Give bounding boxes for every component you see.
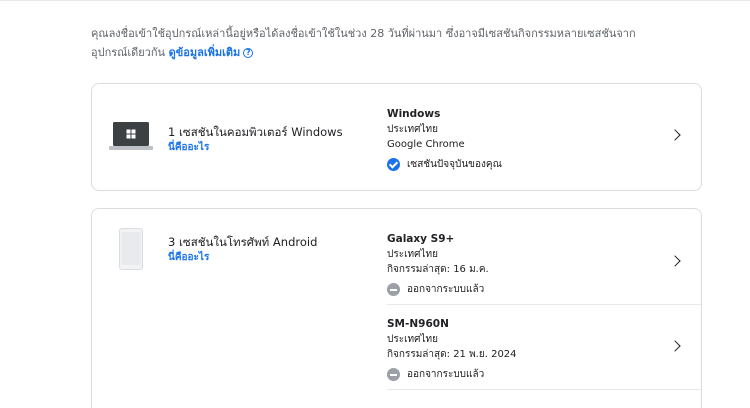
- session-item-galaxy-s9[interactable]: Galaxy S9+ ประเทศไทย กิจกรรมล่าสุด: 16 ม…: [387, 232, 703, 296]
- top-divider: [0, 0, 750, 1]
- whats-this-link-android[interactable]: นี่คืออะไร: [168, 250, 209, 265]
- session-divider: [387, 304, 701, 305]
- session-status-label: เซสชันปัจจุบันของคุณ: [407, 159, 502, 170]
- session-device-name: SM-N960N: [387, 318, 449, 330]
- help-circle-icon: ?: [243, 48, 254, 58]
- whats-this-link-windows[interactable]: นี่คืออะไร: [168, 140, 209, 155]
- session-last-activity: กิจกรรมล่าสุด: 16 ม.ค.: [387, 264, 489, 275]
- learn-more-link[interactable]: ดูข้อมูลเพิ่มเติม?: [169, 46, 254, 59]
- session-status-label: ออกจากระบบแล้ว: [407, 369, 485, 380]
- session-status: ออกจากระบบแล้ว: [387, 367, 703, 382]
- session-status: เซสชันปัจจุบันของคุณ: [387, 157, 703, 172]
- session-item-windows[interactable]: Windows ประเทศไทย Google Chrome เซสชันปั…: [387, 107, 703, 171]
- session-last-activity: กิจกรรมล่าสุด: 21 พ.ย. 2024: [387, 349, 517, 360]
- session-device-name: Windows: [387, 108, 441, 120]
- session-location: ประเทศไทย: [387, 334, 438, 345]
- session-divider: [387, 389, 701, 390]
- learn-more-label: ดูข้อมูลเพิ่มเติม: [168, 46, 241, 59]
- check-circle-icon: [387, 158, 400, 171]
- session-status: ออกจากระบบแล้ว: [387, 282, 703, 297]
- session-device-name: Galaxy S9+: [387, 233, 455, 245]
- session-browser: Google Chrome: [387, 139, 465, 150]
- phone-icon: [119, 228, 143, 270]
- device-group-android: 3 เซสชันในโทรศัพท์ Android นี่คืออะไร Ga…: [91, 208, 702, 408]
- session-location: ประเทศไทย: [387, 124, 438, 135]
- minus-circle-icon: [387, 283, 400, 296]
- device-group-windows: 1 เซสชันในคอมพิวเตอร์ Windows นี่คืออะไร…: [91, 83, 702, 191]
- minus-circle-icon: [387, 368, 400, 381]
- session-item-sm-n960n[interactable]: SM-N960N ประเทศไทย กิจกรรมล่าสุด: 21 พ.ย…: [387, 317, 703, 381]
- session-location: ประเทศไทย: [387, 249, 438, 260]
- session-status-label: ออกจากระบบแล้ว: [407, 284, 485, 295]
- laptop-icon: [109, 122, 153, 150]
- intro-text: คุณลงชื่อเข้าใช้อุปกรณ์เหล่านี้อยู่หรือไ…: [91, 24, 651, 62]
